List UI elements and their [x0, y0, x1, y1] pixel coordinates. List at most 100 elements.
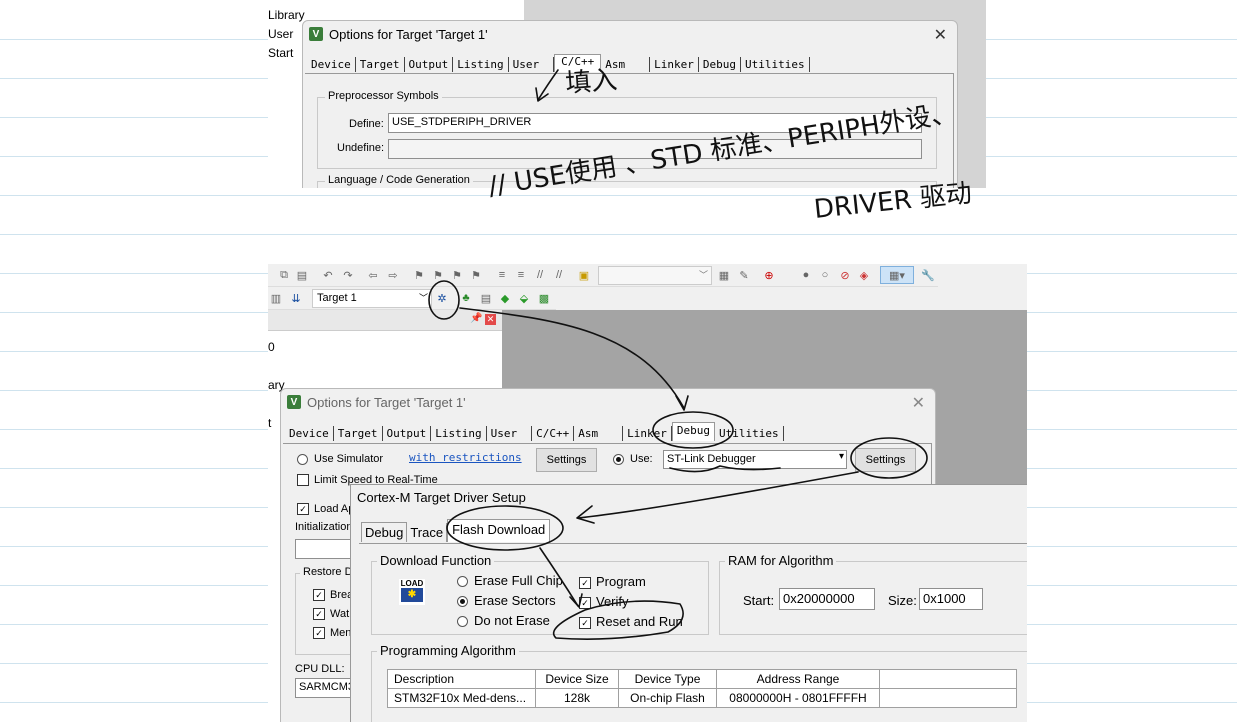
tab-asm[interactable]: Asm — [601, 57, 651, 72]
tab-device[interactable]: Device — [285, 426, 334, 441]
restore-memory-checkbox[interactable]: ✓ Men — [313, 627, 351, 640]
forward-icon[interactable]: ⇨ — [385, 267, 401, 283]
radio-icon — [297, 453, 308, 465]
breakpoint-icon[interactable]: ● — [798, 267, 814, 283]
back-icon[interactable]: ⇦ — [365, 267, 381, 283]
do-not-erase-radio[interactable]: Do not Erase — [457, 613, 550, 628]
open-file-icon[interactable]: ▣ — [576, 267, 592, 283]
copy-icon[interactable]: ⧉ — [276, 267, 292, 283]
tab-linker[interactable]: Linker — [650, 57, 699, 72]
outdent-icon[interactable]: ≡ — [513, 267, 529, 283]
program-checkbox[interactable]: ✓ Program — [579, 574, 646, 589]
manage-project-icon[interactable]: ▤ — [478, 290, 494, 306]
tab-cpp[interactable]: C/C++ — [554, 54, 602, 72]
tab-user[interactable]: User — [509, 57, 555, 72]
restore-watch-checkbox[interactable]: ✓ Wat — [313, 608, 349, 621]
tab-utilities[interactable]: Utilities — [715, 426, 784, 441]
table-row[interactable]: STM32F10x Med-dens... 128k On-chip Flash… — [387, 688, 1017, 708]
toolbar-row-1: ⧉ ▤ ↶ ↷ ⇦ ⇨ ⚑ ⚑ ⚑ ⚑ ≡ ≡ // // ▣ ﹀ ▦ ✎ ⊕ … — [268, 264, 938, 287]
close-panel-icon[interactable]: ✕ — [485, 314, 496, 325]
wrench-icon[interactable]: 🔧 — [920, 267, 936, 283]
undefine-field[interactable] — [388, 139, 922, 159]
tab-asm[interactable]: Asm — [574, 426, 624, 441]
toolbar-row-2: ▥ ⇊ Target 1 ﹀ ✲ ♣ ▤ ◆ ⬙ ▩ — [268, 287, 556, 310]
use-debugger-radio[interactable]: Use: — [613, 453, 653, 465]
with-restrictions-link[interactable]: with restrictions — [409, 451, 522, 464]
debugger-settings-button[interactable]: Settings — [855, 448, 916, 472]
bookmark-clear-icon[interactable]: ⚑ — [468, 267, 484, 283]
column-header[interactable]: Description — [387, 669, 536, 689]
column-header[interactable]: Address Range — [716, 669, 880, 689]
tab-target[interactable]: Target — [334, 426, 383, 441]
reset-and-run-checkbox[interactable]: ✓ Reset and Run — [579, 614, 683, 629]
close-icon[interactable]: ✕ — [934, 25, 947, 45]
target-select[interactable]: Target 1 ﹀ — [312, 289, 432, 308]
undo-icon[interactable]: ↶ — [320, 267, 336, 283]
manage-components-icon[interactable]: ♣ — [458, 290, 474, 306]
download-icon[interactable]: ⇊ — [288, 290, 304, 306]
kill-breakpoints-icon[interactable]: ◈ — [856, 267, 872, 283]
comment-icon[interactable]: // — [532, 267, 548, 283]
verify-checkbox[interactable]: ✓ Verify — [579, 594, 629, 609]
tree-item[interactable]: 0 — [268, 338, 285, 357]
tab-device[interactable]: Device — [307, 57, 356, 72]
tree-item[interactable]: User — [268, 25, 305, 44]
column-header[interactable]: Device Type — [618, 669, 717, 689]
simulator-settings-button[interactable]: Settings — [536, 448, 597, 472]
tab-debug[interactable]: Debug — [361, 522, 408, 542]
tab-utilities[interactable]: Utilities — [741, 57, 810, 72]
erase-sectors-radio[interactable]: Erase Sectors — [457, 593, 556, 608]
build-icon[interactable]: ▥ — [268, 290, 284, 306]
cpu-dll-field[interactable]: SARMCM3 — [295, 678, 355, 698]
size-field[interactable]: 0x1000 — [919, 588, 983, 610]
tab-listing[interactable]: Listing — [453, 57, 509, 72]
tab-trace[interactable]: Trace — [407, 523, 448, 542]
window-layout-icon[interactable]: ▦▾ — [880, 266, 914, 284]
tab-listing[interactable]: Listing — [431, 426, 487, 441]
restore-breakpoints-checkbox[interactable]: ✓ Brea — [313, 589, 353, 602]
bookmark-prev-icon[interactable]: ⚑ — [430, 267, 446, 283]
redo-icon[interactable]: ↷ — [340, 267, 356, 283]
close-icon[interactable]: ✕ — [912, 393, 925, 413]
tab-user[interactable]: User — [487, 426, 533, 441]
pack-installer-icon[interactable]: ▩ — [536, 290, 552, 306]
incremental-find-icon[interactable]: ✎ — [736, 267, 752, 283]
tab-output[interactable]: Output — [405, 57, 454, 72]
breakpoint-empty-icon[interactable]: ○ — [817, 267, 833, 283]
disable-breakpoints-icon[interactable]: ⊘ — [837, 267, 853, 283]
uncomment-icon[interactable]: // — [551, 267, 567, 283]
target-options-icon[interactable]: ✲ — [434, 290, 450, 306]
cpu-dll-label: CPU DLL: — [295, 663, 345, 675]
find-combo[interactable]: ﹀ — [598, 266, 712, 285]
tab-linker[interactable]: Linker — [623, 426, 672, 441]
tab-cpp[interactable]: C/C++ — [532, 426, 575, 441]
cortex-title: Cortex-M Target Driver Setup — [357, 490, 526, 505]
load-app-checkbox[interactable]: ✓ Load Ap — [297, 503, 354, 516]
find-in-files-icon[interactable]: ▦ — [716, 267, 732, 283]
tab-output[interactable]: Output — [383, 426, 432, 441]
initialization-field[interactable] — [295, 539, 355, 559]
bookmark-next-icon[interactable]: ⚑ — [449, 267, 465, 283]
ram-algorithm-legend: RAM for Algorithm — [725, 553, 837, 568]
paste-icon[interactable]: ▤ — [294, 267, 310, 283]
tree-item[interactable]: Start — [268, 44, 305, 63]
tab-debug[interactable]: Debug — [671, 422, 715, 441]
tab-target[interactable]: Target — [356, 57, 405, 72]
dialog-title: Options for Target 'Target 1' — [307, 394, 466, 410]
tab-debug[interactable]: Debug — [699, 57, 741, 72]
zoom-icon[interactable]: ⊕ — [761, 267, 777, 283]
use-simulator-radio[interactable]: Use Simulator — [297, 453, 383, 465]
define-field[interactable]: USE_STDPERIPH_DRIVER — [388, 113, 922, 133]
dialog-title-bar: V Options for Target 'Target 1' — [281, 389, 935, 415]
debugger-select[interactable]: ST-Link Debugger ▾ — [663, 450, 847, 469]
column-header[interactable]: Device Size — [535, 669, 619, 689]
start-field[interactable]: 0x20000000 — [779, 588, 875, 610]
tree-item[interactable]: Library — [268, 6, 305, 25]
tab-flash-download[interactable]: Flash Download — [447, 519, 551, 542]
pin-icon[interactable]: 📌 — [470, 313, 482, 324]
indent-icon[interactable]: ≡ — [494, 267, 510, 283]
run-time-env-icon[interactable]: ⬙ — [516, 290, 532, 306]
bookmark-icon[interactable]: ⚑ — [411, 267, 427, 283]
erase-full-chip-radio[interactable]: Erase Full Chip — [457, 573, 563, 588]
select-packs-icon[interactable]: ◆ — [497, 290, 513, 306]
